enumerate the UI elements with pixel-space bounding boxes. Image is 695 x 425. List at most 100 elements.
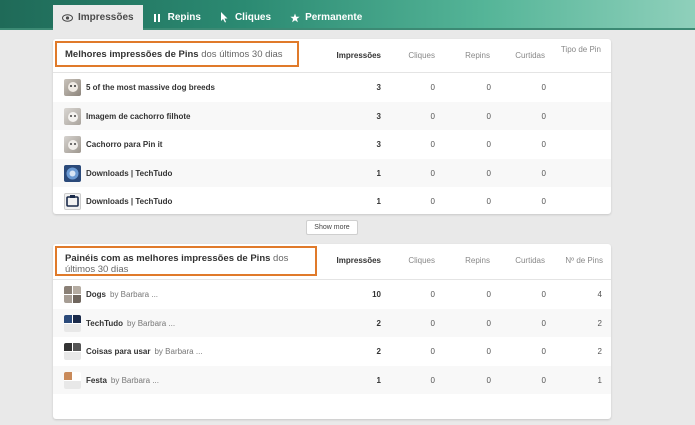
col-cliques[interactable]: Cliques	[375, 256, 435, 265]
board-title: TechTudo	[86, 318, 124, 328]
title-bold: Painéis com as melhores impressões de Pi…	[65, 253, 271, 264]
likes-value: 0	[541, 140, 546, 149]
tab-label: Cliques	[234, 12, 272, 23]
pin-name[interactable]: Imagem de cachorro filhote	[86, 112, 190, 121]
repins-value: 0	[486, 197, 491, 206]
col-repins[interactable]: Repins	[430, 51, 490, 60]
likes-value: 0	[541, 347, 546, 356]
pin-thumbnail	[64, 107, 81, 125]
pin-name[interactable]: 5 of the most massive dog breeds	[86, 83, 215, 92]
col-curtidas[interactable]: Curtidas	[485, 256, 545, 265]
repins-value: 0	[486, 318, 491, 328]
pin-thumbnail	[64, 193, 81, 210]
board-name[interactable]: Dogs by Barbara ...	[86, 290, 158, 299]
analytics-tabs: Impressões Repins Cliques Permanente	[53, 5, 371, 30]
pins-count-value: 2	[597, 318, 602, 328]
col-impressoes[interactable]: Impressões	[321, 51, 381, 60]
pins-count-value: 4	[597, 290, 602, 299]
clicks-value: 0	[430, 83, 435, 92]
clicks-value: 0	[430, 140, 435, 149]
table-row[interactable]: Downloads | TechTudo 1 0 0 0	[53, 187, 611, 216]
board-name[interactable]: Festa by Barbara ...	[86, 376, 159, 385]
show-more-button[interactable]: Show more	[306, 220, 358, 235]
top-boards-list: Dogs by Barbara ... 10 0 0 0 4 TechTudo by…	[53, 280, 611, 394]
cursor-icon	[219, 12, 230, 23]
board-owner: by Barbara ...	[110, 290, 159, 299]
pin-thumbnail	[64, 164, 81, 182]
board-title: Festa	[86, 375, 107, 385]
repins-value: 0	[486, 347, 491, 356]
repins-value: 0	[486, 111, 491, 121]
impressions-value: 1	[376, 168, 381, 178]
impressions-value: 1	[376, 375, 381, 385]
pin-thumbnail	[64, 136, 81, 153]
likes-value: 0	[541, 318, 546, 328]
col-repins[interactable]: Repins	[430, 256, 490, 265]
impressions-value: 3	[376, 83, 381, 92]
top-header-bar: Impressões Repins Cliques Permanente	[0, 0, 695, 30]
top-pins-list: 5 of the most massive dog breeds 3 0 0 0…	[53, 73, 611, 216]
top-pins-header: Melhores impressões de Pins dos últimos …	[53, 39, 611, 73]
board-name[interactable]: Coisas para usar by Barbara ...	[86, 347, 203, 356]
table-row[interactable]: Imagem de cachorro filhote 3 0 0 0	[53, 101, 611, 130]
star-icon	[289, 12, 300, 23]
clicks-value: 0	[430, 111, 435, 121]
clicks-value: 0	[430, 318, 435, 328]
col-cliques[interactable]: Cliques	[375, 51, 435, 60]
table-row[interactable]: Festa by Barbara ... 1 0 0 0 1	[53, 365, 611, 394]
table-row[interactable]: Cachorro para Pin it 3 0 0 0	[53, 130, 611, 159]
table-row[interactable]: Coisas para usar by Barbara ... 2 0 0 0 2	[53, 337, 611, 366]
pin-name[interactable]: Downloads | TechTudo	[86, 169, 172, 178]
impressions-value: 1	[376, 197, 381, 206]
board-owner: by Barbara ...	[110, 375, 159, 385]
clicks-value: 0	[430, 347, 435, 356]
tab-label: Impressões	[78, 12, 134, 23]
table-row[interactable]: 5 of the most massive dog breeds 3 0 0 0	[53, 73, 611, 102]
board-thumbnail	[64, 314, 81, 332]
eye-icon	[62, 12, 73, 23]
title-bold: Melhores impressões de Pins	[65, 49, 199, 60]
tab-impressoes[interactable]: Impressões	[53, 5, 143, 30]
col-curtidas[interactable]: Curtidas	[485, 51, 545, 60]
impressions-value: 2	[376, 347, 381, 356]
repins-value: 0	[486, 375, 491, 385]
repins-value: 0	[486, 290, 491, 299]
tab-repins[interactable]: Repins	[143, 5, 210, 30]
title-rest: dos últimos 30 dias	[198, 49, 283, 60]
board-title: Coisas para usar	[86, 347, 151, 356]
clicks-value: 0	[430, 168, 435, 178]
top-boards-header: Painéis com as melhores impressões de Pi…	[53, 244, 611, 280]
tab-label: Permanente	[305, 12, 363, 23]
repins-value: 0	[486, 83, 491, 92]
clicks-value: 0	[430, 375, 435, 385]
tab-cliques[interactable]: Cliques	[210, 5, 280, 30]
board-thumbnail	[64, 286, 81, 303]
pins-count-value: 2	[597, 347, 602, 356]
board-name[interactable]: TechTudo by Barbara ...	[86, 319, 175, 328]
impressions-value: 10	[372, 290, 381, 299]
pins-count-value: 1	[597, 375, 602, 385]
pin-thumbnail	[64, 79, 81, 96]
pin-name[interactable]: Downloads | TechTudo	[86, 197, 172, 206]
board-title: Dogs	[86, 290, 106, 299]
impressions-value: 3	[376, 140, 381, 149]
tab-label: Repins	[167, 12, 201, 23]
top-pins-title: Melhores impressões de Pins dos últimos …	[55, 41, 299, 67]
clicks-value: 0	[430, 197, 435, 206]
impressions-value: 3	[376, 111, 381, 121]
tab-permanente[interactable]: Permanente	[280, 5, 371, 30]
table-row[interactable]: TechTudo by Barbara ... 2 0 0 0 2	[53, 308, 611, 337]
likes-value: 0	[541, 290, 546, 299]
likes-value: 0	[541, 197, 546, 206]
top-boards-card: Painéis com as melhores impressões de Pi…	[53, 244, 611, 419]
col-impressoes[interactable]: Impressões	[321, 256, 381, 265]
repin-icon	[152, 12, 163, 23]
top-boards-title: Painéis com as melhores impressões de Pi…	[55, 246, 317, 276]
pin-name[interactable]: Cachorro para Pin it	[86, 140, 162, 149]
col-num-pins[interactable]: Nº de Pins	[543, 256, 603, 265]
table-row[interactable]: Dogs by Barbara ... 10 0 0 0 4	[53, 280, 611, 309]
repins-value: 0	[486, 140, 491, 149]
col-tipo-de-pin[interactable]: Tipo de Pin	[541, 45, 601, 55]
table-row[interactable]: Downloads | TechTudo 1 0 0 0	[53, 158, 611, 187]
board-owner: by Barbara ...	[154, 347, 203, 356]
